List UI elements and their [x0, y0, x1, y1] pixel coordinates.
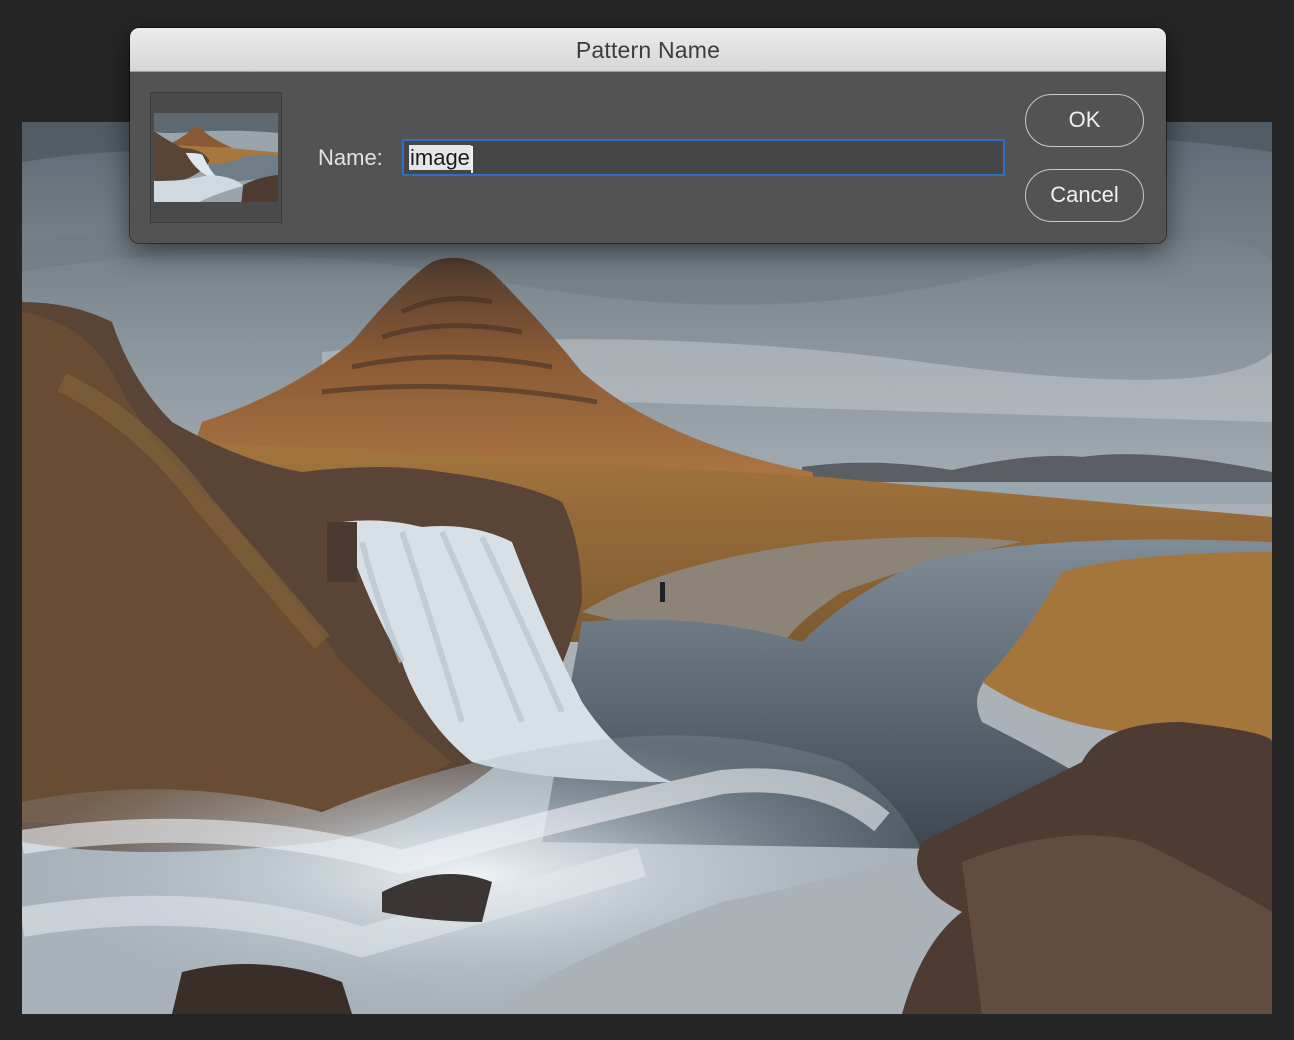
- landscape-photo: [22, 122, 1272, 1014]
- pattern-name-dialog: Pattern Name Name: image OK Cancel: [130, 28, 1166, 243]
- dialog-titlebar[interactable]: Pattern Name: [130, 28, 1166, 72]
- text-caret: [470, 145, 473, 173]
- pattern-thumbnail: [154, 113, 278, 202]
- ok-button[interactable]: OK: [1025, 94, 1144, 147]
- name-label: Name:: [318, 145, 383, 170]
- cancel-button[interactable]: Cancel: [1025, 169, 1144, 222]
- pattern-name-field[interactable]: image: [402, 139, 1005, 176]
- pattern-preview: [150, 92, 282, 223]
- name-field-selected-text: image: [409, 145, 471, 170]
- dialog-title: Pattern Name: [575, 37, 721, 63]
